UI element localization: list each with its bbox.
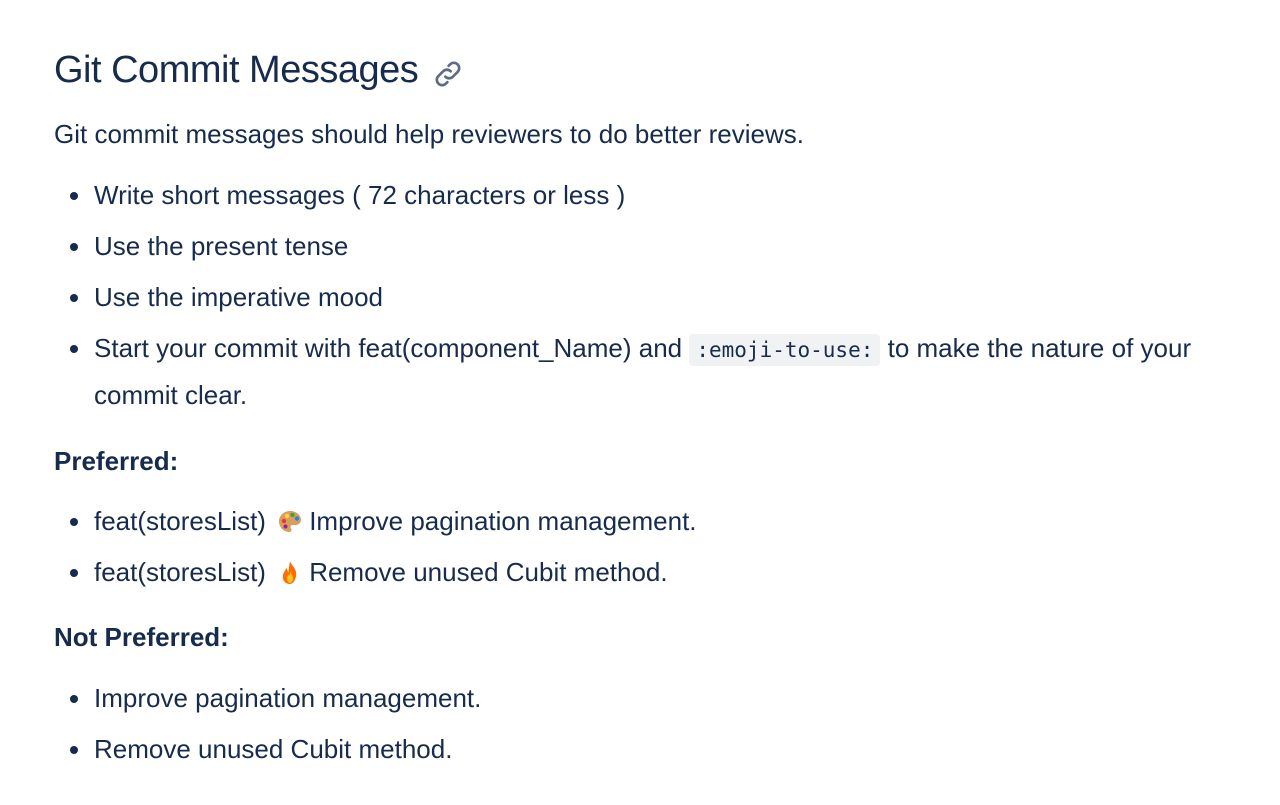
list-item: Start your commit with feat(component_Na… — [54, 326, 1244, 418]
bullet-icon — [70, 746, 78, 754]
list-item-text: Remove unused Cubit method. — [94, 734, 453, 764]
list-item: Write short messages ( 72 characters or … — [54, 173, 1244, 218]
commit-prefix: feat(storesList) — [94, 557, 266, 587]
commit-prefix: feat(storesList) — [94, 506, 266, 536]
list-item: feat(storesList) Improve pagination mana… — [54, 499, 1244, 544]
preferred-label: Preferred: — [54, 446, 179, 476]
intro-paragraph: Git commit messages should help reviewer… — [54, 119, 804, 149]
guidelines-list: Write short messages ( 72 characters or … — [54, 173, 1244, 424]
list-item-text: Write short messages ( 72 characters or … — [94, 180, 626, 210]
inline-code: :emoji-to-use: — [689, 334, 881, 366]
list-item-text-before: Start your commit with feat(component_Na… — [94, 333, 690, 363]
palette-icon — [277, 504, 303, 532]
not-preferred-label: Not Preferred: — [54, 622, 229, 652]
link-icon[interactable] — [432, 54, 464, 87]
commit-message: Remove unused Cubit method. — [309, 557, 668, 587]
commit-message: Improve pagination management. — [309, 506, 697, 536]
bullet-icon — [70, 569, 78, 577]
document-page: Git Commit Messages Git commit messages … — [0, 0, 1280, 805]
bullet-icon — [70, 192, 78, 200]
list-item-text: Use the imperative mood — [94, 282, 384, 312]
bullet-icon — [70, 695, 78, 703]
bullet-icon — [70, 518, 78, 526]
bullet-icon — [70, 294, 78, 302]
list-item: Use the present tense — [54, 224, 1244, 269]
fire-icon — [277, 555, 303, 584]
page-title-text: Git Commit Messages — [54, 49, 419, 91]
bullet-icon — [70, 345, 78, 353]
not-preferred-list: Improve pagination management. Remove un… — [54, 676, 1244, 778]
bullet-icon — [70, 243, 78, 251]
list-item: Remove unused Cubit method. — [54, 727, 1244, 772]
list-item: feat(storesList) Remove unused Cubit met… — [54, 550, 1244, 595]
list-item-text: Use the present tense — [94, 231, 349, 261]
list-item: Use the imperative mood — [54, 275, 1244, 320]
page-title: Git Commit Messages — [54, 46, 464, 94]
list-item: Improve pagination management. — [54, 676, 1244, 721]
preferred-list: feat(storesList) Improve pagination mana… — [54, 499, 1244, 601]
list-item-text: Improve pagination management. — [94, 683, 482, 713]
